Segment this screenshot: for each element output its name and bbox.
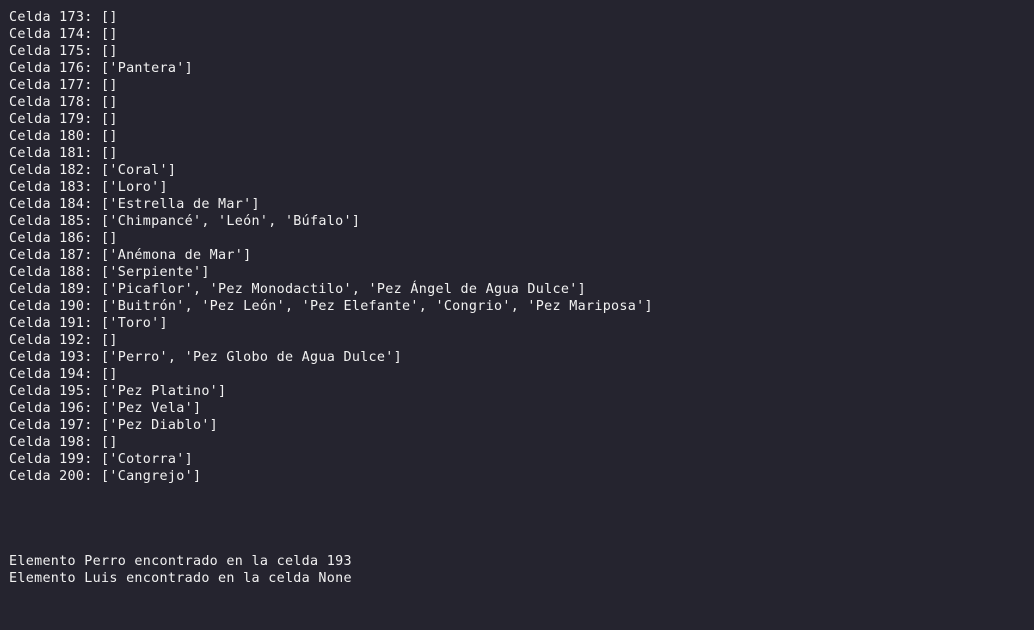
output-line: Celda 181: []	[9, 146, 118, 161]
output-line: Celda 194: []	[9, 367, 118, 382]
output-line: Celda 198: []	[9, 435, 118, 450]
output-line: Celda 196: ['Pez Vela']	[9, 401, 202, 416]
output-line: Celda 182: ['Coral']	[9, 163, 177, 178]
output-line: Celda 186: []	[9, 231, 118, 246]
output-line: Celda 192: []	[9, 333, 118, 348]
output-line: Celda 189: ['Picaflor', 'Pez Monodactilo…	[9, 282, 586, 297]
output-line: Celda 177: []	[9, 78, 118, 93]
search-result-line: Elemento Luis encontrado en la celda Non…	[9, 571, 352, 586]
output-line: Celda 175: []	[9, 44, 118, 59]
output-line: Celda 173: []	[9, 10, 118, 25]
output-line: Celda 180: []	[9, 129, 118, 144]
output-line: Celda 184: ['Estrella de Mar']	[9, 197, 260, 212]
output-line: Celda 199: ['Cotorra']	[9, 452, 193, 467]
search-result-line: Elemento Perro encontrado en la celda 19…	[9, 554, 352, 569]
output-line: Celda 187: ['Anémona de Mar']	[9, 248, 252, 263]
output-line: Celda 178: []	[9, 95, 118, 110]
output-line: Celda 197: ['Pez Diablo']	[9, 418, 219, 433]
output-line: Celda 195: ['Pez Platino']	[9, 384, 227, 399]
search-results: Elemento Perro encontrado en la celda 19…	[9, 553, 1034, 587]
output-line: Celda 190: ['Buitrón', 'Pez León', 'Pez …	[9, 299, 653, 314]
terminal-output: Celda 173: [] Celda 174: [] Celda 175: […	[0, 0, 1034, 630]
output-line: Celda 193: ['Perro', 'Pez Globo de Agua …	[9, 350, 403, 365]
output-line: Celda 200: ['Cangrejo']	[9, 469, 202, 484]
output-line: Celda 183: ['Loro']	[9, 180, 168, 195]
blank-lines	[9, 485, 1034, 553]
output-line: Celda 185: ['Chimpancé', 'León', 'Búfalo…	[9, 214, 361, 229]
output-line: Celda 179: []	[9, 112, 118, 127]
output-line: Celda 176: ['Pantera']	[9, 61, 193, 76]
cell-list: Celda 173: [] Celda 174: [] Celda 175: […	[9, 9, 1034, 485]
output-line: Celda 188: ['Serpiente']	[9, 265, 210, 280]
output-line: Celda 174: []	[9, 27, 118, 42]
output-line: Celda 191: ['Toro']	[9, 316, 168, 331]
